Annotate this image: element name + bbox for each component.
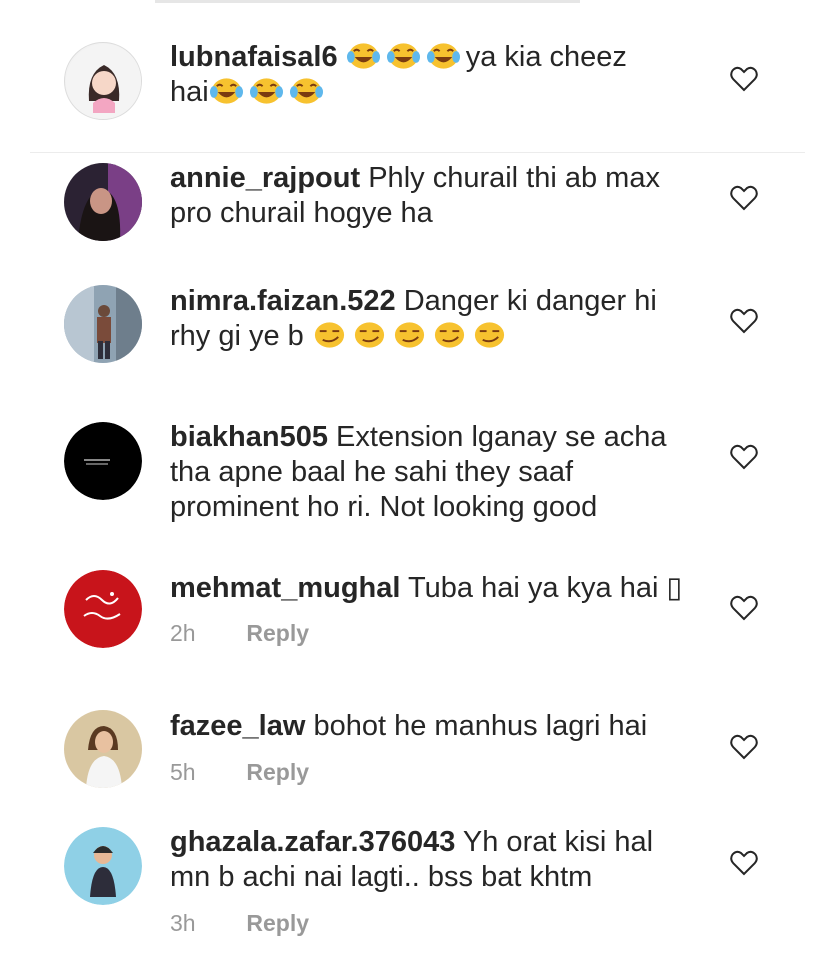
- face-with-tears-of-joy-icon: [426, 41, 461, 71]
- comment-meta: 3h Reply: [170, 910, 309, 937]
- top-divider: [155, 0, 580, 3]
- comment-username[interactable]: annie_rajpout: [170, 162, 360, 194]
- avatar[interactable]: [64, 163, 142, 241]
- comment-body: biakhan505 Extension lganay se acha tha …: [170, 420, 690, 525]
- smirking-face-icon: [312, 320, 347, 350]
- comment-timestamp: 2h: [170, 620, 196, 646]
- avatar[interactable]: [64, 827, 142, 905]
- comment-meta: 5h Reply: [170, 759, 309, 786]
- comment-body: ghazala.zafar.376043 Yh orat kisi hal mn…: [170, 825, 690, 895]
- comment-username[interactable]: ghazala.zafar.376043: [170, 826, 455, 858]
- comment-username[interactable]: biakhan505: [170, 421, 328, 453]
- comment-timestamp: 3h: [170, 910, 196, 936]
- heart-outline-icon[interactable]: [730, 850, 758, 876]
- comment-text: Tuba hai ya kya hai ▯: [408, 572, 683, 604]
- avatar[interactable]: [64, 710, 142, 788]
- comment-body: mehmat_mughal Tuba hai ya kya hai ▯: [170, 571, 690, 606]
- reply-button[interactable]: Reply: [246, 759, 309, 785]
- comment-body: annie_rajpout Phly churail thi ab max pr…: [170, 161, 690, 231]
- comment-text: bohot he manhus lagri hai: [313, 710, 648, 742]
- comment-username[interactable]: lubnafaisal6: [170, 41, 338, 73]
- comment-timestamp: 5h: [170, 759, 196, 785]
- comment-text: ya kia cheez: [465, 41, 627, 73]
- avatar[interactable]: [64, 570, 142, 648]
- smirking-face-icon: [392, 320, 427, 350]
- avatar[interactable]: [64, 285, 142, 363]
- smirking-face-icon: [432, 320, 467, 350]
- heart-outline-icon[interactable]: [730, 444, 758, 470]
- comment-text: hai: [170, 76, 209, 108]
- heart-outline-icon[interactable]: [730, 308, 758, 334]
- comment-username[interactable]: mehmat_mughal: [170, 572, 400, 604]
- face-with-tears-of-joy-icon: [289, 76, 324, 106]
- comment-body: fazee_law bohot he manhus lagri hai: [170, 709, 690, 744]
- comment-meta: 2h Reply: [170, 620, 309, 647]
- reply-button[interactable]: Reply: [246, 910, 309, 936]
- avatar[interactable]: [64, 42, 142, 120]
- comment-divider: [30, 152, 805, 153]
- face-with-tears-of-joy-icon: [249, 76, 284, 106]
- comment-body: lubnafaisal6 ya kia cheez hai: [170, 40, 690, 110]
- reply-button[interactable]: Reply: [246, 620, 309, 646]
- comment-username[interactable]: fazee_law: [170, 710, 305, 742]
- face-with-tears-of-joy-icon: [209, 76, 244, 106]
- heart-outline-icon[interactable]: [730, 734, 758, 760]
- face-with-tears-of-joy-icon: [386, 41, 421, 71]
- heart-outline-icon[interactable]: [730, 595, 758, 621]
- avatar[interactable]: [64, 422, 142, 500]
- comment-body: nimra.faizan.522 Danger ki danger hi rhy…: [170, 284, 690, 354]
- comment-username[interactable]: nimra.faizan.522: [170, 285, 396, 317]
- smirking-face-icon: [352, 320, 387, 350]
- heart-outline-icon[interactable]: [730, 185, 758, 211]
- smirking-face-icon: [472, 320, 507, 350]
- heart-outline-icon[interactable]: [730, 66, 758, 92]
- face-with-tears-of-joy-icon: [346, 41, 381, 71]
